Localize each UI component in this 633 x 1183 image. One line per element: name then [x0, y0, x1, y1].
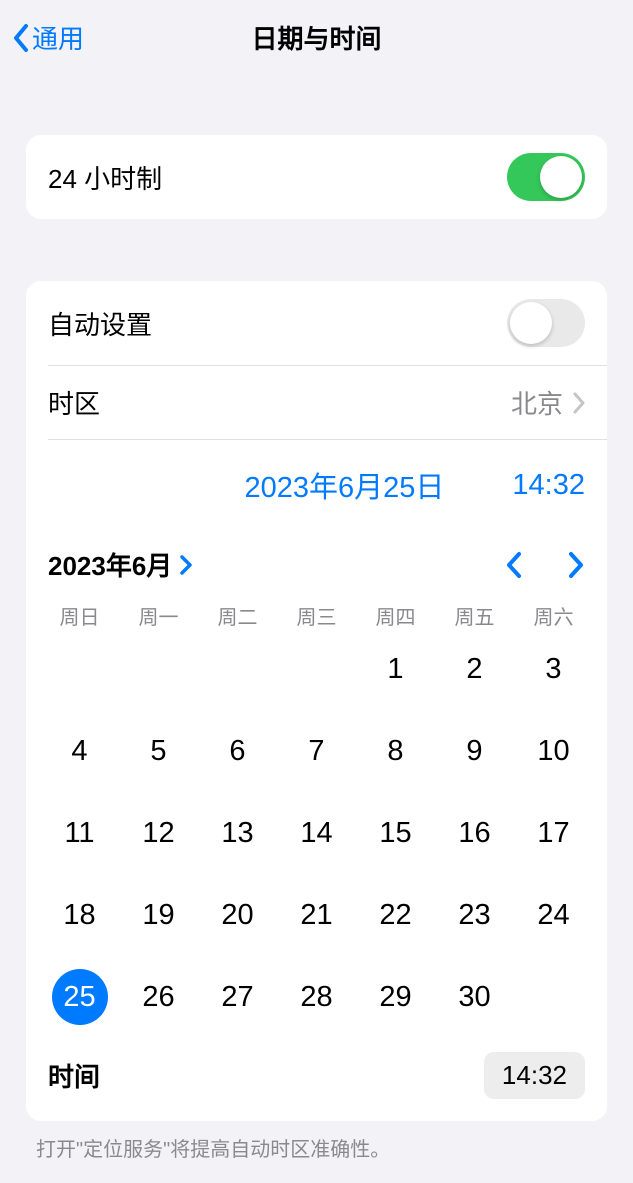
day-cell[interactable]: 19: [119, 884, 198, 946]
day-cell[interactable]: 3: [514, 638, 593, 700]
timezone-value-wrap: 北京: [511, 384, 585, 421]
toggle-knob: [540, 156, 582, 198]
weekday-label: 周六: [514, 601, 593, 630]
day-cell[interactable]: 20: [198, 884, 277, 946]
next-month-button[interactable]: [567, 551, 585, 579]
date-display[interactable]: 2023年6月25日: [245, 464, 445, 506]
day-cell[interactable]: 5: [119, 720, 198, 782]
day-cell[interactable]: 25: [40, 966, 119, 1028]
calendar-grid: 1234567891011121314151617181920212223242…: [26, 630, 607, 1040]
day-cell[interactable]: 27: [198, 966, 277, 1028]
day-cell[interactable]: 12: [119, 802, 198, 864]
weekday-label: 周四: [356, 601, 435, 630]
weekday-label: 周五: [435, 601, 514, 630]
auto-set-toggle[interactable]: [507, 299, 585, 347]
day-empty: [119, 638, 198, 700]
chevron-left-icon: [12, 23, 30, 53]
day-cell[interactable]: 2: [435, 638, 514, 700]
weekday-label: 周一: [119, 601, 198, 630]
time-display[interactable]: 14:32: [512, 469, 585, 502]
nav-header: 通用 日期与时间: [0, 0, 633, 75]
day-cell[interactable]: 10: [514, 720, 593, 782]
auto-set-label: 自动设置: [48, 305, 152, 342]
datetime-display: 2023年6月25日 14:32: [26, 440, 607, 518]
day-cell[interactable]: 14: [277, 802, 356, 864]
month-picker[interactable]: 2023年6月: [48, 546, 192, 583]
timezone-value: 北京: [511, 384, 563, 421]
day-cell[interactable]: 16: [435, 802, 514, 864]
day-cell[interactable]: 30: [435, 966, 514, 1028]
footer-note: 打开"定位服务"将提高自动时区准确性。: [0, 1121, 633, 1174]
day-cell[interactable]: 15: [356, 802, 435, 864]
day-cell[interactable]: 26: [119, 966, 198, 1028]
day-empty: [198, 638, 277, 700]
page-title: 日期与时间: [251, 19, 381, 56]
month-nav: [505, 551, 585, 579]
calendar-header: 2023年6月: [26, 518, 607, 597]
day-cell[interactable]: 6: [198, 720, 277, 782]
day-cell[interactable]: 7: [277, 720, 356, 782]
day-empty: [277, 638, 356, 700]
weekday-label: 周三: [277, 601, 356, 630]
hour24-toggle[interactable]: [507, 153, 585, 201]
day-cell[interactable]: 22: [356, 884, 435, 946]
back-label: 通用: [32, 19, 84, 56]
toggle-knob: [510, 302, 552, 344]
hour24-label: 24 小时制: [48, 159, 162, 196]
day-empty: [40, 638, 119, 700]
day-cell[interactable]: 11: [40, 802, 119, 864]
hour24-row: 24 小时制: [26, 135, 607, 219]
day-cell[interactable]: 23: [435, 884, 514, 946]
day-cell[interactable]: 29: [356, 966, 435, 1028]
chevron-right-icon: [573, 392, 585, 414]
day-cell[interactable]: 21: [277, 884, 356, 946]
day-cell[interactable]: 1: [356, 638, 435, 700]
day-cell[interactable]: 28: [277, 966, 356, 1028]
day-cell[interactable]: 24: [514, 884, 593, 946]
day-cell[interactable]: 9: [435, 720, 514, 782]
time-label: 时间: [48, 1057, 100, 1094]
chevron-right-icon: [180, 555, 192, 575]
time-picker-value[interactable]: 14:32: [484, 1052, 585, 1099]
datetime-section: 自动设置 时区 北京 2023年6月25日 14:32 2023年6月: [26, 281, 607, 1121]
weekday-row: 周日周一周二周三周四周五周六: [26, 597, 607, 630]
auto-set-row: 自动设置: [26, 281, 607, 365]
weekday-label: 周二: [198, 601, 277, 630]
hour-format-section: 24 小时制: [26, 135, 607, 219]
day-cell[interactable]: 17: [514, 802, 593, 864]
weekday-label: 周日: [40, 601, 119, 630]
timezone-label: 时区: [48, 384, 100, 421]
day-cell[interactable]: 4: [40, 720, 119, 782]
month-label: 2023年6月: [48, 546, 172, 583]
day-cell[interactable]: 8: [356, 720, 435, 782]
day-cell[interactable]: 13: [198, 802, 277, 864]
day-cell[interactable]: 18: [40, 884, 119, 946]
time-row: 时间 14:32: [26, 1040, 607, 1121]
timezone-row[interactable]: 时区 北京: [26, 366, 607, 439]
back-button[interactable]: 通用: [0, 19, 84, 56]
prev-month-button[interactable]: [505, 551, 523, 579]
